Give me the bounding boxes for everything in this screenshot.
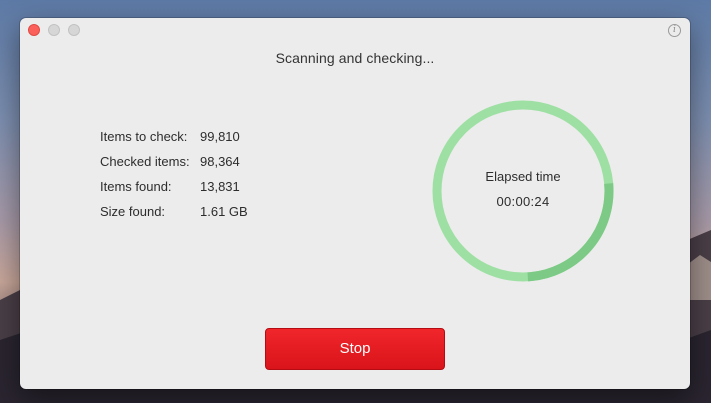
stat-label: Items found:	[100, 179, 172, 194]
stat-label: Items to check:	[100, 129, 188, 144]
zoom-window-button[interactable]	[68, 24, 80, 36]
stat-value: 1.61 GB	[200, 204, 248, 219]
stat-row-size-found: Size found: 1.61 GB	[100, 199, 248, 224]
stat-value: 13,831	[200, 179, 240, 194]
elapsed-time-value: 00:00:24	[496, 194, 550, 209]
stat-row-items-to-check: Items to check: 99,810	[100, 124, 248, 149]
elapsed-time-display: Elapsed time 00:00:24	[428, 96, 618, 286]
elapsed-time-label: Elapsed time	[485, 169, 561, 184]
stat-label: Checked items:	[100, 154, 190, 169]
elapsed-time-ring: Elapsed time 00:00:24	[428, 96, 618, 286]
page-title: Scanning and checking...	[275, 50, 435, 66]
minimize-window-button[interactable]	[48, 24, 60, 36]
stat-row-checked-items: Checked items: 98,364	[100, 149, 248, 174]
info-icon[interactable]: i	[668, 24, 681, 37]
stat-value: 99,810	[200, 129, 240, 144]
stat-value: 98,364	[200, 154, 240, 169]
stop-button[interactable]: Stop	[265, 328, 445, 370]
scan-stats: Items to check: 99,810 Checked items: 98…	[100, 124, 248, 224]
window-controls	[28, 24, 80, 36]
app-window: i Scanning and checking... Items to chec…	[20, 18, 690, 389]
close-window-button[interactable]	[28, 24, 40, 36]
stat-label: Size found:	[100, 204, 166, 219]
stat-row-items-found: Items found: 13,831	[100, 174, 248, 199]
